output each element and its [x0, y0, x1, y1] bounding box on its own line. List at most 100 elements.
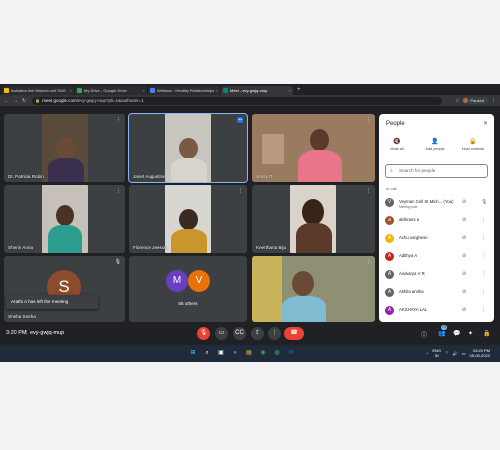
people-icon[interactable]: 👥 — [438, 330, 445, 337]
others-tile[interactable]: M V 65 others — [129, 256, 247, 322]
participant-tile[interactable]: ⋮ Sherin Anna — [4, 185, 125, 253]
whatsapp-icon[interactable]: ◍ — [272, 348, 282, 358]
close-icon[interactable]: ✕ — [483, 120, 488, 127]
section-label: In call — [386, 186, 397, 191]
participant-name: Sherin Anna — [8, 245, 34, 250]
muted-mic-icon[interactable]: ⊘ — [462, 271, 466, 277]
search-input[interactable]: ⌕ Search for people — [385, 164, 488, 178]
muted-mic-icon[interactable]: ⊘ — [462, 253, 466, 259]
mic-toggle-button[interactable]: 🎙 — [197, 327, 210, 340]
close-icon[interactable]: × — [143, 86, 145, 95]
tray-chevron-icon[interactable]: ^ — [426, 351, 428, 356]
forward-icon[interactable]: → — [13, 98, 18, 104]
battery-icon[interactable]: ▭ — [462, 351, 466, 356]
more-options-icon[interactable]: ⋮ — [366, 117, 371, 123]
search-icon[interactable]: ⌕ — [202, 348, 212, 358]
list-item[interactable]: A AKSHAYA LAL ⊘ ⋮ — [385, 304, 490, 318]
windows-start-icon[interactable]: ⊞ — [188, 348, 198, 358]
browser-tab[interactable]: Invitation link Women cell SNG × — [2, 86, 74, 95]
chat-icon[interactable]: 💬 — [453, 330, 460, 337]
close-icon[interactable]: × — [289, 86, 291, 95]
captions-button[interactable]: CC — [233, 327, 246, 340]
browser-tab-active[interactable]: Meet - evy-gwjq-mup × — [221, 86, 293, 95]
muted-mic-icon[interactable]: ⊘ — [462, 217, 466, 223]
speaking-indicator-icon: ▪▪ — [237, 117, 243, 123]
muted-mic-icon[interactable]: ⊘ — [462, 235, 466, 241]
present-button[interactable]: ⇪ — [251, 327, 264, 340]
participant-tile[interactable]: ⋮ Florence Jeeson — [129, 185, 247, 253]
reload-icon[interactable]: ↻ — [22, 98, 26, 104]
new-tab-button[interactable]: + — [297, 86, 301, 95]
camera-toggle-button[interactable]: ▭ — [215, 327, 228, 340]
participant-tile[interactable]: ⋮ Dr. Patricia Robin — [4, 114, 125, 182]
address-bar[interactable]: 🔒 meet.google.com/evy-gwjq-mup?pli=1&aut… — [32, 96, 443, 105]
more-options-icon[interactable]: ⋮ — [481, 271, 486, 277]
avatar: V — [385, 198, 394, 207]
add-person-icon: 👤 — [431, 139, 439, 145]
region-indicator: IN — [434, 353, 439, 358]
wifi-icon[interactable]: ⌔ — [445, 350, 449, 356]
tab-label: Webinar - Healthy Relationships — [157, 88, 215, 93]
participant-name: Florence Jeeson — [133, 245, 167, 250]
chat-app-icon[interactable]: ● — [230, 348, 240, 358]
participant-tile[interactable]: ▪▪ Janet Augustine — [128, 113, 248, 183]
volume-icon[interactable]: 🔊 — [453, 351, 458, 356]
info-icon[interactable]: ⓘ — [421, 330, 427, 339]
host-controls-icon[interactable]: 🔒 — [483, 330, 490, 337]
more-options-icon[interactable]: ⋮ — [481, 235, 486, 241]
list-item[interactable]: A Akhila anitha ⊘ ⋮ — [385, 286, 490, 300]
leave-call-button[interactable]: ☎ — [284, 327, 304, 340]
host-controls-button[interactable]: 🔒 Host controls — [455, 138, 491, 151]
search-icon: ⌕ — [390, 168, 393, 174]
list-item[interactable]: A Aiswarya V R ⊘ ⋮ — [385, 268, 490, 282]
participant-tile[interactable]: ⋮ — [252, 256, 375, 322]
list-item[interactable]: A Adithya A ⊘ ⋮ — [385, 250, 490, 264]
more-options-icon[interactable]: ⋮ — [366, 188, 371, 194]
chrome-icon[interactable]: ◉ — [258, 348, 268, 358]
mute-icon: 🔇 — [393, 139, 401, 145]
activities-icon[interactable]: ✦ — [468, 330, 473, 337]
more-options-icon[interactable]: ⋮ — [366, 259, 371, 265]
participant-name: Janet Augustine — [133, 174, 166, 179]
task-view-icon[interactable]: ▣ — [216, 348, 226, 358]
avatar: a — [385, 216, 394, 225]
avatar: V — [188, 270, 210, 292]
browser-tab[interactable]: My Drive - Google Drive × — [75, 86, 147, 95]
list-item[interactable]: a abhirami a ⊘ ⋮ — [385, 214, 490, 228]
participant-tile[interactable]: S 🎙 Sneha Sneha — [4, 256, 125, 322]
mail-icon[interactable]: ✉ — [286, 348, 296, 358]
profile-button[interactable]: Paused — [462, 97, 488, 104]
muted-mic-icon: 🎙 — [114, 259, 121, 265]
tab-favicon-icon — [223, 88, 228, 93]
muted-mic-icon[interactable]: ⊘ — [462, 307, 466, 313]
extensions-icon[interactable]: ☆ — [455, 98, 459, 104]
close-icon[interactable]: × — [70, 86, 72, 95]
back-icon[interactable]: ← — [4, 98, 9, 104]
participant-tile[interactable]: ⋮ Keerthana Biju — [252, 185, 375, 253]
muted-mic-icon[interactable]: ⊘ — [462, 289, 466, 295]
more-options-icon[interactable]: ⋮ — [116, 188, 121, 194]
list-item[interactable]: V Veyman Cell St.Mich... (You) Meeting hos… — [385, 196, 490, 210]
more-options-icon[interactable]: ⋮ — [481, 307, 486, 313]
meeting-code: evy-gwjq-mup — [30, 330, 65, 336]
avatar: A — [385, 234, 394, 243]
close-icon[interactable]: × — [216, 86, 218, 95]
browser-tabbar: Invitation link Women cell SNG × My Drive… — [0, 84, 500, 95]
more-options-icon[interactable]: ⋮ — [481, 253, 486, 259]
more-options-icon[interactable]: ⋮ — [238, 188, 243, 194]
lock-icon: 🔒 — [469, 139, 477, 145]
muted-mic-icon[interactable]: ⊘ — [462, 199, 466, 205]
more-options-icon[interactable]: ⋮ — [481, 217, 486, 223]
participant-tile[interactable]: ⋮ Jessy G — [252, 114, 375, 182]
tab-label: Meet - evy-gwjq-mup — [230, 88, 268, 93]
more-options-icon[interactable]: ⋮ — [481, 289, 486, 295]
file-explorer-icon[interactable]: ▤ — [244, 348, 254, 358]
more-options-button[interactable]: ⋮ — [268, 327, 281, 340]
menu-icon[interactable]: ⋮ — [491, 98, 496, 104]
avatar: A — [385, 288, 394, 297]
more-options-icon[interactable]: ⋮ — [116, 117, 121, 123]
add-people-button[interactable]: 👤 Add people — [417, 138, 453, 151]
browser-tab[interactable]: Webinar - Healthy Relationships × — [148, 86, 220, 95]
mute-all-button[interactable]: 🔇 Mute all — [379, 138, 415, 151]
list-item[interactable]: A Achu varghese ⊘ ⋮ — [385, 232, 490, 246]
